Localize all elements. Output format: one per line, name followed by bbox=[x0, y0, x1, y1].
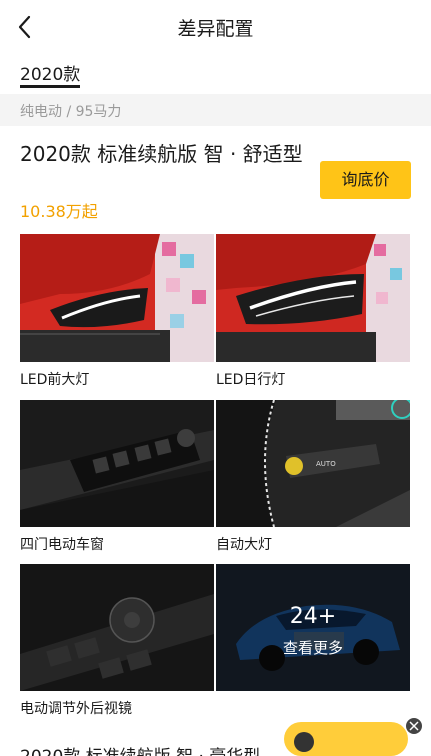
next-model-name[interactable]: 2020款 标准续航版 智 · 豪华型 bbox=[20, 742, 260, 756]
feature-image-led-headlight[interactable] bbox=[20, 234, 214, 362]
tab-2020[interactable]: 2020款 bbox=[20, 60, 80, 85]
view-more-label: 查看更多 bbox=[282, 639, 343, 657]
window-switch-photo-icon bbox=[20, 400, 214, 527]
spec-strip: 纯电动 / 95马力 bbox=[0, 94, 431, 126]
feature-image-mirror-adjust[interactable] bbox=[20, 564, 214, 691]
feature-label: 电动调节外后视镜 bbox=[20, 701, 132, 717]
mirror-switch-photo-icon bbox=[20, 564, 214, 691]
view-more-tile[interactable]: 24+ 查看更多 bbox=[216, 564, 410, 691]
baidu-logo-icon bbox=[284, 718, 422, 756]
spec-text: 纯电动 / 95马力 bbox=[20, 104, 122, 120]
page-title: 差异配置 bbox=[177, 18, 254, 40]
light-stalk-photo-icon: AUTO bbox=[216, 400, 410, 527]
more-count: 24+ bbox=[289, 604, 337, 629]
feature-label: 四门电动车窗 bbox=[20, 537, 104, 553]
inquire-price-button[interactable]: 询底价 bbox=[320, 161, 411, 199]
baidu-watermark bbox=[284, 716, 424, 756]
feature-label: LED日行灯 bbox=[216, 372, 286, 388]
tab-indicator bbox=[20, 85, 80, 88]
top-bar: 差异配置 bbox=[0, 0, 431, 52]
model-name: 2020款 标准续航版 智 · 舒适型 bbox=[20, 142, 303, 166]
feature-label: LED前大灯 bbox=[20, 372, 90, 388]
feature-image-led-drl[interactable] bbox=[216, 234, 410, 362]
model-price: 10.38万起 bbox=[20, 202, 98, 221]
feature-image-auto-headlight[interactable]: AUTO bbox=[216, 400, 410, 527]
svg-text:AUTO: AUTO bbox=[316, 460, 336, 468]
feature-image-power-windows[interactable] bbox=[20, 400, 214, 527]
drl-photo-icon bbox=[216, 234, 410, 362]
feature-label: 自动大灯 bbox=[216, 537, 272, 553]
headlight-photo-icon bbox=[20, 234, 214, 362]
